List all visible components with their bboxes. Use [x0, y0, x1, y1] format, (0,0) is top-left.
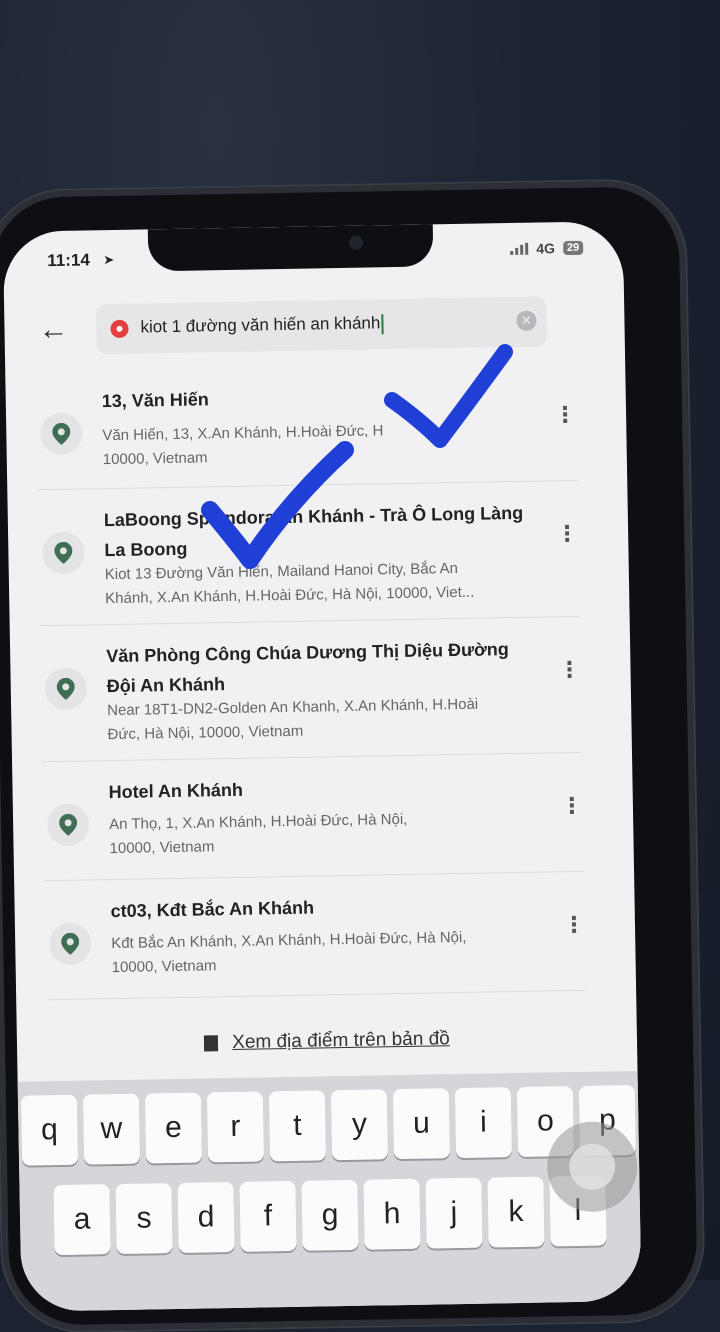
key-w[interactable]: w	[82, 1093, 141, 1165]
phone-screen: 11:14 ➤ 4G 29 ← kiot 1 đường văn hiến an…	[2, 221, 642, 1312]
result-address: Near 18T1-DN2-Golden An Khanh, X.An Khán…	[107, 692, 528, 747]
list-item[interactable]: ct03, Kđt Bắc An Khánh Kđt Bắc An Khánh,…	[44, 871, 587, 1001]
results-list: 13, Văn Hiến Văn Hiến, 13, X.An Khánh, H…	[5, 361, 636, 1001]
key-q[interactable]: q	[20, 1094, 79, 1166]
key-s[interactable]: s	[115, 1183, 173, 1255]
result-title: Văn Phòng Công Chúa Dương Thị Diệu Đường…	[106, 639, 509, 697]
key-h[interactable]: h	[363, 1178, 421, 1250]
network-label: 4G	[536, 240, 556, 257]
key-y[interactable]: y	[330, 1089, 389, 1161]
phone-body: 11:14 ➤ 4G 29 ← kiot 1 đường văn hiến an…	[0, 179, 704, 1332]
map-link-label: Xem địa điểm trên bản đồ	[232, 1028, 450, 1053]
more-options-icon[interactable]: ⋮	[558, 657, 580, 683]
list-item[interactable]: 13, Văn Hiến Văn Hiến, 13, X.An Khánh, H…	[35, 361, 578, 491]
key-g[interactable]: g	[301, 1179, 359, 1251]
more-options-icon[interactable]: ⋮	[561, 793, 583, 819]
back-arrow-icon[interactable]: ←	[38, 313, 69, 347]
key-t[interactable]: t	[268, 1090, 327, 1162]
location-pin-icon	[39, 412, 83, 456]
location-pin-icon	[46, 803, 90, 847]
location-arrow-icon: ➤	[103, 251, 115, 268]
camera	[348, 235, 364, 250]
battery-icon: 29	[562, 240, 584, 256]
key-f[interactable]: f	[239, 1180, 297, 1252]
more-options-icon[interactable]: ⋮	[554, 402, 576, 428]
result-title: Hotel An Khánh	[108, 779, 244, 803]
search-query: kiot 1 đường văn hiến an khánh	[140, 313, 381, 337]
more-options-icon[interactable]: ⋮	[563, 912, 585, 938]
key-r[interactable]: r	[206, 1091, 265, 1163]
location-pin-icon	[42, 531, 85, 575]
key-e[interactable]: e	[144, 1092, 203, 1164]
clear-icon[interactable]: ✕	[516, 310, 537, 331]
view-on-map-link[interactable]: Xem địa điểm trên bản đồ	[17, 1025, 637, 1058]
signal-icon	[510, 242, 529, 256]
location-pin-icon	[48, 922, 92, 966]
keyboard-row-2: a s d f g h j k l	[19, 1175, 640, 1256]
result-address: An Thọ, 1, X.An Khánh, H.Hoài Đức, Hà Nộ…	[109, 806, 530, 861]
notch	[147, 224, 434, 272]
list-item[interactable]: Văn Phòng Công Chúa Dương Thị Diệu Đường…	[39, 616, 582, 763]
keyboard-row-1: q w e r t y u i o p	[18, 1084, 639, 1166]
key-i[interactable]: i	[454, 1087, 513, 1159]
text-caret	[381, 313, 384, 334]
key-k[interactable]: k	[487, 1176, 545, 1248]
keyboard: q w e r t y u i o p a s d f g h j k l	[17, 1070, 642, 1312]
status-right: 4G 29	[510, 240, 584, 257]
key-j[interactable]: j	[425, 1177, 483, 1249]
list-item[interactable]: Hotel An Khánh An Thọ, 1, X.An Khánh, H.…	[42, 752, 585, 882]
result-title: ct03, Kđt Bắc An Khánh	[110, 897, 315, 922]
status-time: 11:14	[47, 250, 91, 271]
result-address: Kiot 13 Đường Văn Hiến, Mailand Hanoi Ci…	[105, 556, 526, 611]
result-address: Kđt Bắc An Khánh, X.An Khánh, H.Hoài Đức…	[111, 925, 532, 980]
destination-dot-icon	[110, 319, 129, 339]
result-title: LaBoong Splendora An Khánh - Trà Ô Long …	[103, 502, 524, 561]
key-d[interactable]: d	[177, 1181, 235, 1253]
key-u[interactable]: u	[392, 1088, 451, 1160]
more-options-icon[interactable]: ⋮	[556, 521, 578, 547]
search-header: ← kiot 1 đường văn hiến an khánh ✕	[4, 283, 625, 364]
search-input[interactable]: kiot 1 đường văn hiến an khánh ✕	[96, 296, 547, 355]
result-address: Văn Hiến, 13, X.An Khánh, H.Hoài Đức, H1…	[102, 417, 523, 472]
result-title: 13, Văn Hiến	[101, 389, 209, 412]
location-pin-icon	[44, 667, 88, 711]
key-a[interactable]: a	[53, 1184, 111, 1256]
list-item[interactable]: LaBoong Splendora An Khánh - Trà Ô Long …	[37, 480, 580, 627]
map-icon	[204, 1035, 219, 1052]
